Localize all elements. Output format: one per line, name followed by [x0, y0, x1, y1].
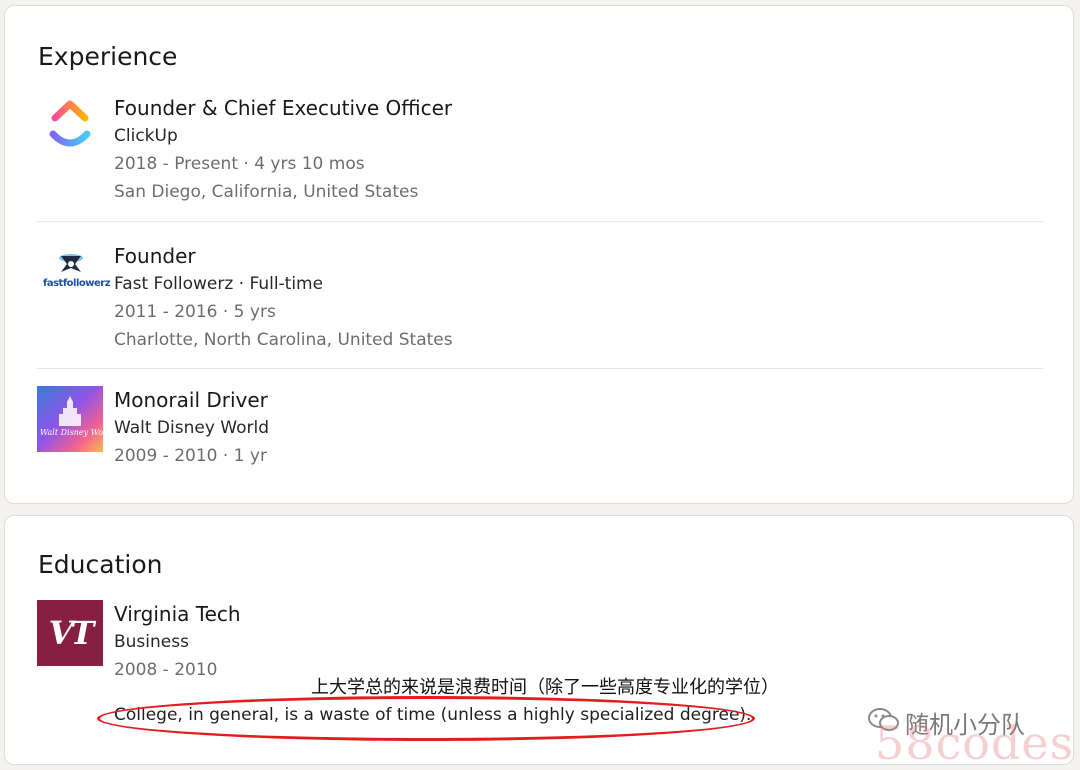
job-dates: 2009 - 2010 · 1 yr: [114, 446, 267, 466]
experience-section: Experience Founder & Chief Executive Off…: [4, 5, 1074, 504]
experience-item-info: Founder Fast Followerz · Full-time 2011 …: [114, 242, 453, 354]
company-name: Walt Disney World: [114, 418, 270, 438]
job-dates: 2018 - Present · 4 yrs 10 mos: [114, 154, 365, 174]
job-title[interactable]: Founder & Chief Executive Officer: [114, 94, 452, 122]
company-name: ClickUp: [114, 126, 178, 146]
chinese-annotation: 上大学总的来说是浪费时间（除了一些高度专业化的学位）: [311, 677, 779, 698]
school-name[interactable]: Virginia Tech: [114, 600, 241, 628]
virginia-tech-logo-icon[interactable]: VT: [37, 600, 103, 666]
clickup-logo-icon[interactable]: [37, 94, 103, 160]
company-name: Fast Followerz · Full-time: [114, 274, 324, 294]
job-location: Charlotte, North Carolina, United States: [114, 330, 453, 350]
walt-disney-world-logo-text: Walt Disney World: [40, 428, 115, 437]
section-title-education: Education: [38, 550, 163, 579]
section-title-experience: Experience: [38, 42, 178, 71]
job-title[interactable]: Monorail Driver: [114, 386, 269, 414]
highlight-oval: [97, 696, 755, 741]
job-title[interactable]: Founder: [114, 242, 453, 270]
fast-followerz-logo-icon[interactable]: fastfollowerz: [37, 242, 111, 308]
watermark-site: 58codes: [875, 716, 1075, 770]
education-dates: 2008 - 2010: [114, 660, 218, 680]
virginia-tech-logo-text: VT: [48, 614, 95, 652]
walt-disney-world-logo-icon[interactable]: Walt Disney World: [37, 386, 115, 452]
job-dates: 2011 - 2016 · 5 yrs: [114, 302, 276, 322]
education-section: Education VT Virginia Tech Business 2008…: [4, 515, 1074, 770]
fast-followerz-logo-text: fastfollowerz: [43, 278, 111, 289]
divider: [37, 221, 1043, 222]
job-location: San Diego, California, United States: [114, 182, 419, 202]
education-item-info: Virginia Tech Business 2008 - 2010: [114, 600, 241, 684]
divider: [37, 368, 1043, 369]
experience-item-info: Monorail Driver Walt Disney World 2009 -…: [114, 386, 269, 470]
experience-item-info: Founder & Chief Executive Officer ClickU…: [114, 94, 452, 206]
field-of-study: Business: [114, 632, 189, 652]
